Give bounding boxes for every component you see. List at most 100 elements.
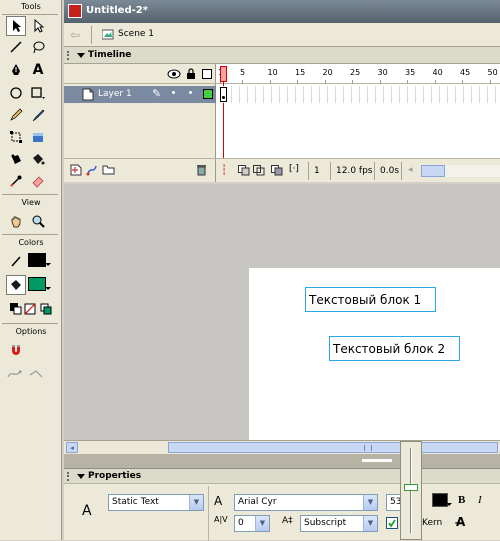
layer-outline-color[interactable] [203, 89, 213, 99]
scroll-left-arrow-icon[interactable]: ◂ [66, 442, 78, 453]
trash-icon[interactable] [196, 164, 207, 179]
insert-folder-icon[interactable] [102, 164, 115, 178]
outline-icon[interactable] [202, 69, 212, 79]
font-select[interactable]: Arial Cyr ▼ [234, 494, 378, 511]
chevron-down-icon[interactable]: ▼ [363, 516, 377, 531]
collapse-arrow-icon[interactable] [77, 474, 85, 479]
line-tool-icon[interactable] [6, 37, 26, 57]
chevron-down-icon[interactable]: ▼ [363, 495, 377, 510]
fill-color-swatch[interactable] [28, 277, 46, 291]
frame-tick-mark [352, 80, 353, 84]
frame-tick-mark [379, 80, 381, 84]
chevron-down-icon [446, 503, 452, 506]
collapse-arrow-icon[interactable] [77, 53, 85, 58]
keyframe[interactable] [220, 87, 227, 102]
text-tool-icon: A [82, 503, 92, 519]
playhead-marker[interactable] [220, 66, 227, 82]
italic-button[interactable]: I [478, 494, 482, 506]
add-motion-guide-icon[interactable] [86, 164, 98, 179]
scene-name[interactable]: Scene 1 [118, 29, 154, 39]
stroke-color-swatch[interactable] [28, 253, 46, 267]
center-frame-icon[interactable]: ┆ [221, 165, 227, 176]
hand-tool-icon[interactable] [6, 211, 26, 231]
lock-dot[interactable] [189, 91, 192, 94]
text-type-select[interactable]: Static Text ▼ [108, 494, 204, 511]
swap-colors-icon[interactable] [36, 299, 56, 319]
stage-hscrollbar[interactable]: ◂ [64, 440, 500, 454]
pencil-tool-icon[interactable] [6, 105, 26, 125]
eye-icon[interactable] [167, 69, 181, 82]
layers-pane: Layer 1 ✎ [64, 64, 216, 182]
colors-section-label: Colors [18, 238, 44, 247]
frame-tick-mark [462, 80, 463, 84]
text-block-1[interactable]: Текстовый блок 1 [305, 287, 436, 312]
text-direction-icon[interactable]: A̶ [456, 515, 465, 529]
modify-onion-markers-icon[interactable]: [·] [289, 164, 299, 174]
document-title: Untitled-2* [86, 5, 148, 16]
fill-color-icon [6, 275, 26, 295]
eraser-tool-icon[interactable] [28, 171, 48, 191]
eyedropper-tool-icon[interactable] [6, 171, 26, 191]
back-arrow-icon[interactable]: ⇦ [70, 28, 80, 42]
smooth-icon[interactable] [6, 364, 26, 384]
properties-header[interactable]: Properties [64, 469, 500, 484]
frame-tick-label: 30 [377, 68, 388, 77]
fill-transform-tool-icon[interactable] [28, 127, 48, 147]
frame-tick-mark [269, 80, 271, 84]
rectangle-tool-icon[interactable] [28, 83, 48, 103]
text-block-2[interactable]: Текстовый блок 2 [329, 336, 460, 361]
subselect-tool-icon[interactable] [28, 16, 48, 36]
free-transform-tool-icon[interactable] [6, 127, 26, 147]
timeline-header[interactable]: Timeline [64, 47, 500, 64]
bold-button[interactable]: B [458, 494, 465, 506]
stage-hscroll-thumb[interactable] [168, 442, 498, 453]
zoom-tool-icon[interactable] [28, 211, 48, 231]
pencil-icon: ✎ [152, 87, 162, 100]
scroll-left-arrow-icon[interactable]: ◂ [408, 165, 418, 177]
chevron-down-icon[interactable]: ▼ [189, 495, 203, 510]
lock-icon[interactable] [186, 68, 196, 83]
frame-tick-mark [434, 80, 436, 84]
frame-tick-mark [407, 80, 408, 84]
baseline-select[interactable]: Subscript ▼ [300, 515, 378, 532]
stage-canvas[interactable]: Текстовый блок 1 Текстовый блок 2 [249, 268, 500, 440]
magnet-snap-icon[interactable] [6, 340, 26, 360]
visibility-dot[interactable] [172, 91, 175, 94]
arrow-tool-icon[interactable] [6, 16, 26, 36]
oval-tool-icon[interactable] [6, 83, 26, 103]
paint-bucket-tool-icon[interactable] [28, 149, 48, 169]
layer-name[interactable]: Layer 1 [98, 89, 132, 99]
divider-grip[interactable] [362, 459, 392, 462]
timeline-title: Timeline [88, 50, 132, 60]
tools-title: Tools [21, 2, 41, 11]
timeline-hscroll-track[interactable] [445, 165, 500, 177]
pen-tool-icon[interactable] [6, 60, 26, 80]
timeline-hscroll-thumb[interactable] [421, 165, 445, 177]
layer-frames-row[interactable] [216, 86, 500, 103]
text-tool-icon[interactable]: A [28, 60, 48, 80]
insert-layer-icon[interactable] [70, 164, 82, 179]
edit-multiple-frames-icon[interactable] [271, 165, 283, 179]
lasso-tool-icon[interactable] [28, 37, 48, 57]
layer-row[interactable]: Layer 1 ✎ [64, 86, 216, 103]
panel-grip-icon [67, 51, 73, 60]
frame-tick-label: 10 [267, 68, 278, 77]
letter-spacing-input[interactable]: 0 ▼ [234, 515, 270, 532]
onion-outlines-icon[interactable] [253, 165, 265, 179]
frames-pane[interactable]: 15101520253035404550 ┆ [·] 1 12.0 fps 0.… [216, 64, 500, 182]
onion-skin-icon[interactable] [238, 165, 250, 179]
stage-area[interactable]: Текстовый блок 1 Текстовый блок 2 [64, 184, 500, 440]
frame-tick-label: 15 [295, 68, 306, 77]
brush-tool-icon[interactable] [28, 105, 48, 125]
panel-divider[interactable] [64, 454, 500, 468]
font-icon: A [214, 494, 223, 508]
chevron-down-icon[interactable]: ▼ [255, 516, 269, 531]
kern-checkbox[interactable] [386, 517, 398, 529]
ink-bottle-tool-icon[interactable] [6, 149, 26, 169]
font-size-slider-popup[interactable] [400, 441, 422, 540]
frame-ruler[interactable]: 15101520253035404550 [216, 64, 500, 84]
flash-document-icon [68, 4, 82, 18]
font-size-slider-thumb[interactable] [404, 484, 418, 491]
straighten-icon[interactable] [28, 364, 48, 384]
frame-tick-mark [324, 80, 326, 84]
